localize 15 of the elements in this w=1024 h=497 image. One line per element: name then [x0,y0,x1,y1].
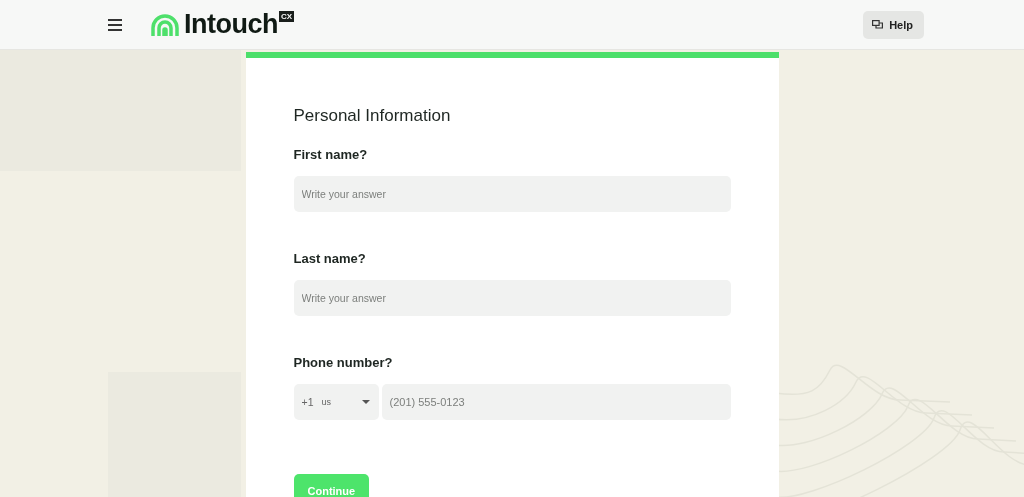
arch-logo-icon [150,13,180,36]
logo-text: Intouch [184,9,278,40]
chat-icon [872,19,884,30]
logo-badge: CX [279,11,295,22]
caret-icon [361,400,370,404]
phone-field[interactable]: (201) 555-0123 [381,384,731,420]
answer-field[interactable]: Write your answer [293,280,731,316]
answer-field[interactable]: Write your answer [293,176,731,212]
question-label: Last name? [293,251,367,266]
question-label: Phone number? [293,355,394,370]
help-button[interactable]: Help [863,10,924,39]
country-select[interactable]: +1 us [293,384,379,420]
question-label: First name? [293,147,369,162]
form-title: Personal Information [293,106,452,126]
menu-button[interactable] [108,18,122,31]
